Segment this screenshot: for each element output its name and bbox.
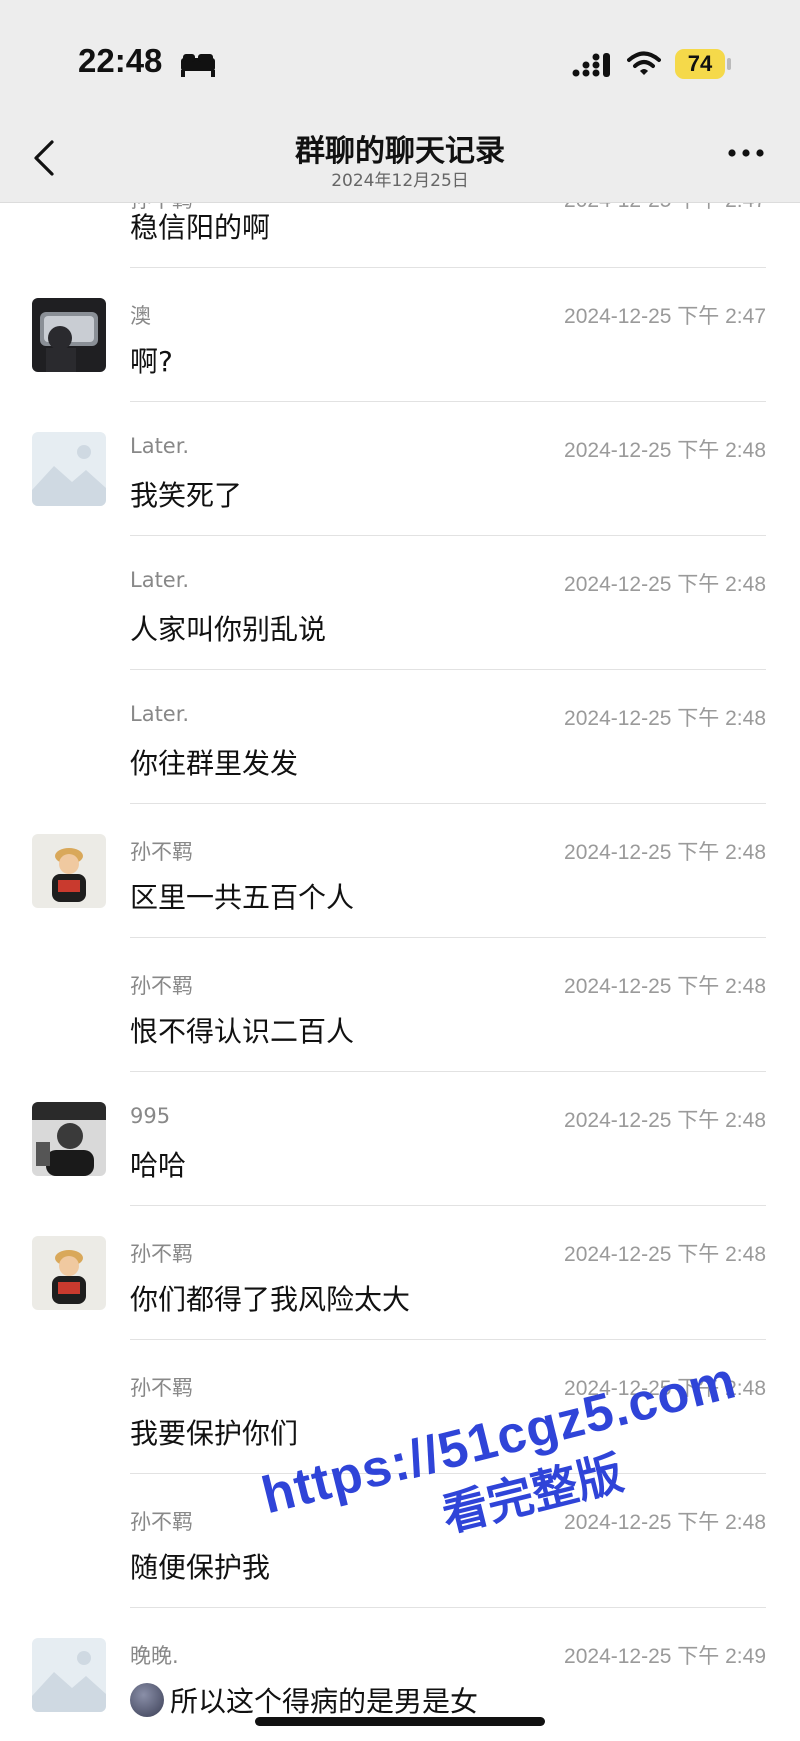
- sender-name: 澳: [130, 304, 151, 328]
- chat-history-list[interactable]: 孙不羁 2024-12-25 下午 2:47 稳信阳的啊 澳 2024-12-2…: [0, 202, 800, 1741]
- list-item: Later. 2024-12-25 下午 2:48 你往群里发发: [0, 670, 800, 804]
- sender-name: Later.: [130, 568, 190, 592]
- message-time: 2024-12-25 下午 2:48: [564, 1377, 766, 1400]
- list-item: 澳 2024-12-25 下午 2:47 啊?: [0, 268, 800, 402]
- sender-name: 晚晚.: [130, 1644, 179, 1668]
- message-time: 2024-12-25 下午 2:48: [564, 1511, 766, 1534]
- status-bar: 22:48 74: [0, 0, 800, 120]
- page-subtitle: 2024年12月25日: [331, 171, 469, 191]
- list-item: Later. 2024-12-25 下午 2:48 我笑死了: [0, 402, 800, 536]
- message-time: 2024-12-25 下午 2:48: [564, 707, 766, 730]
- list-item: 孙不羁 2024-12-25 下午 2:48 我要保护你们: [0, 1340, 800, 1474]
- message-time: 2024-12-25 下午 2:48: [564, 841, 766, 864]
- home-indicator[interactable]: [255, 1717, 545, 1726]
- nav-bar: 群聊的聊天记录 2024年12月25日: [0, 120, 800, 203]
- status-time: 22:48: [78, 42, 163, 79]
- message-text: 你们都得了我风险太大: [130, 1283, 411, 1316]
- new-moon-face-emoji: [130, 1683, 164, 1717]
- sender-name: Later.: [130, 434, 190, 458]
- wifi-icon: [627, 51, 661, 75]
- sender-name: 995: [130, 1104, 171, 1128]
- avatar[interactable]: [32, 298, 106, 372]
- message-time: 2024-12-25 下午 2:48: [564, 573, 766, 596]
- sender-name: 孙不羁: [130, 840, 193, 864]
- message-text: 你往群里发发: [130, 747, 299, 780]
- message-time: 2024-12-25 下午 2:48: [564, 1109, 766, 1132]
- message-time: 2024-12-25 下午 2:47: [564, 305, 766, 328]
- battery-icon: 74: [675, 49, 725, 79]
- avatar[interactable]: [32, 834, 106, 908]
- message-time: 2024-12-25 下午 2:48: [564, 1243, 766, 1266]
- avatar[interactable]: [32, 1638, 106, 1712]
- list-item: 孙不羁 2024-12-25 下午 2:48 恨不得认识二百人: [0, 938, 800, 1072]
- bed-icon: [181, 54, 215, 77]
- message-time: 2024-12-25 下午 2:47: [564, 202, 766, 214]
- list-item: 孙不羁 2024-12-25 下午 2:48 区里一共五百个人: [0, 804, 800, 938]
- message-text: 随便保护我: [130, 1551, 271, 1584]
- avatar[interactable]: [32, 432, 106, 506]
- message-time: 2024-12-25 下午 2:48: [564, 975, 766, 998]
- message-time: 2024-12-25 下午 2:49: [564, 1645, 766, 1668]
- message-text: 稳信阳的啊: [130, 211, 271, 244]
- sender-name: Later.: [130, 702, 190, 726]
- list-item: 995 2024-12-25 下午 2:48 哈哈: [0, 1072, 800, 1206]
- message-text: 我笑死了: [130, 479, 243, 512]
- message-text: 恨不得认识二百人: [130, 1015, 355, 1048]
- list-item: 孙不羁 2024-12-25 下午 2:48 随便保护我: [0, 1474, 800, 1608]
- message-text: 啊?: [130, 345, 173, 378]
- sender-name: 孙不羁: [130, 974, 193, 998]
- message-text: 人家叫你别乱说: [130, 613, 327, 646]
- message-text: 哈哈: [130, 1149, 187, 1182]
- more-dots-icon[interactable]: [726, 146, 766, 160]
- message-text-content: 所以这个得病的是男是女: [170, 1685, 479, 1718]
- list-item: Later. 2024-12-25 下午 2:48 人家叫你别乱说: [0, 536, 800, 670]
- message-text: 我要保护你们: [130, 1417, 299, 1450]
- sender-name: 孙不羁: [130, 1242, 193, 1266]
- list-item: 孙不羁 2024-12-25 下午 2:47 稳信阳的啊: [0, 202, 800, 268]
- message-time: 2024-12-25 下午 2:48: [564, 439, 766, 462]
- avatar[interactable]: [32, 1236, 106, 1310]
- sender-name: 孙不羁: [130, 1376, 193, 1400]
- signal-icon: [572, 53, 610, 77]
- message-text: 区里一共五百个人: [130, 881, 355, 914]
- avatar[interactable]: [32, 1102, 106, 1176]
- list-item: 孙不羁 2024-12-25 下午 2:48 你们都得了我风险太大: [0, 1206, 800, 1340]
- sender-name: 孙不羁: [130, 1510, 193, 1534]
- message-text: 所以这个得病的是男是女: [130, 1680, 478, 1720]
- page-title: 群聊的聊天记录: [295, 134, 505, 169]
- battery-cap: [727, 58, 731, 70]
